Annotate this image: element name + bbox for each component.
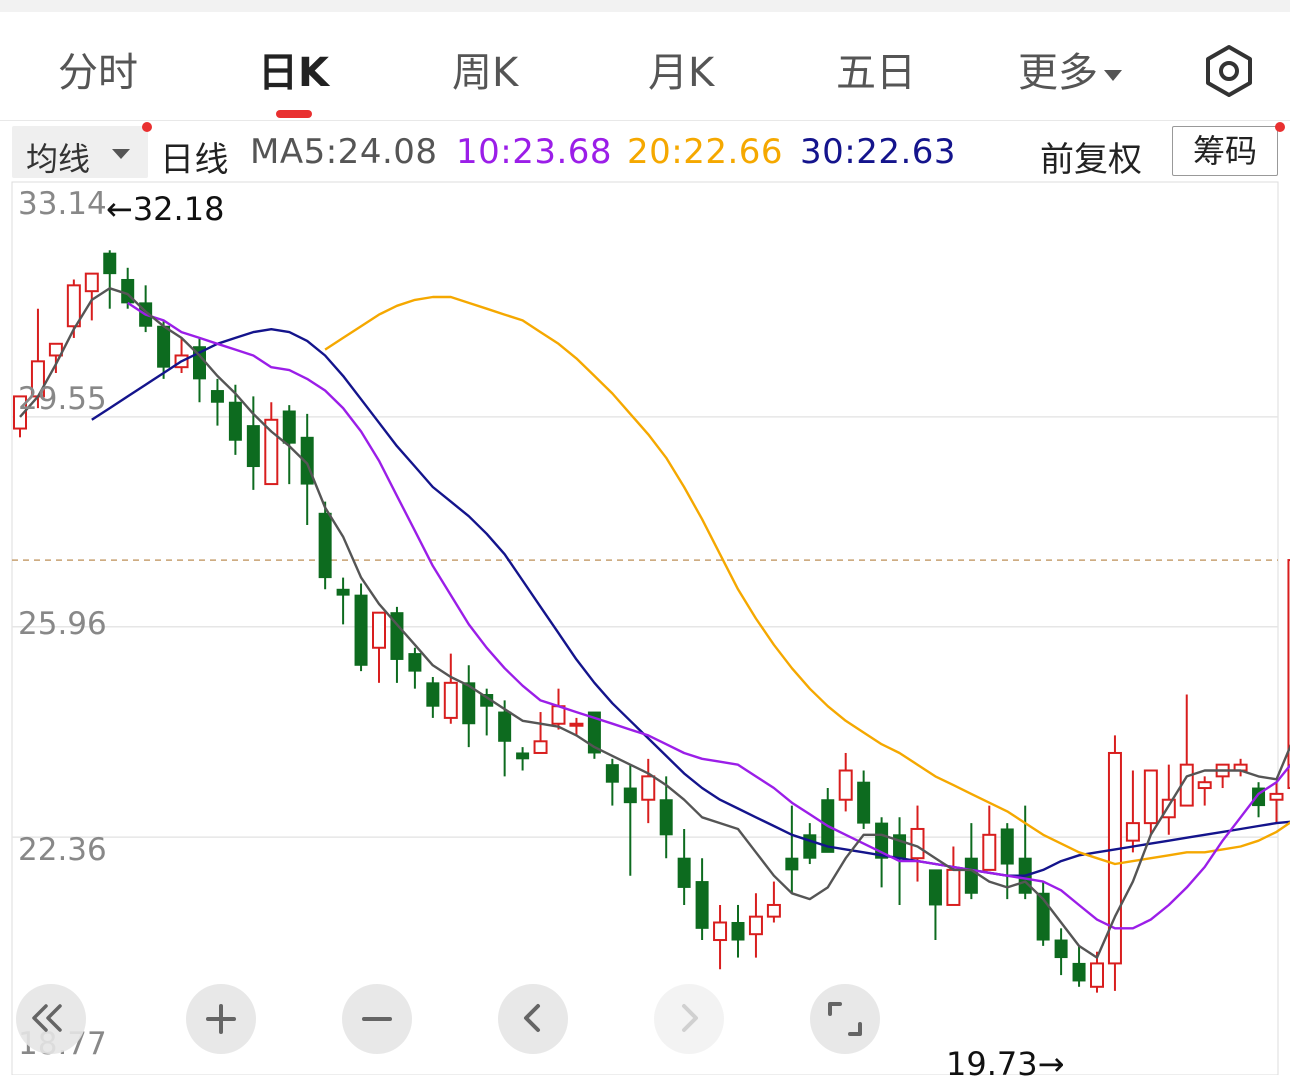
candle-body-up — [569, 722, 584, 727]
candle-body-up — [910, 827, 925, 860]
double-chevron-left-icon — [32, 1004, 62, 1032]
candle-body-down — [210, 390, 224, 403]
candle-body-up — [84, 272, 99, 293]
candle-body-down — [605, 764, 619, 783]
fullscreen-button[interactable] — [810, 984, 880, 1054]
candle-body-down — [516, 752, 530, 760]
candle-body-down — [1072, 962, 1086, 982]
candle-body-down — [228, 401, 242, 441]
candle-body-up — [1090, 962, 1104, 988]
candle-body-down — [677, 857, 691, 888]
zoom-out-button[interactable] — [342, 984, 412, 1054]
candle-body-down — [246, 425, 260, 468]
ma5-line — [19, 287, 1290, 959]
candle-body-down — [731, 921, 745, 941]
candle-body-up — [1269, 792, 1284, 801]
candle-body-up — [264, 418, 279, 486]
fast-backward-button[interactable] — [16, 984, 86, 1054]
next-button[interactable] — [654, 984, 724, 1054]
candle-body-down — [103, 252, 117, 275]
y-tick-label: 33.14 — [18, 186, 107, 222]
candle-body-up — [1107, 751, 1122, 965]
period-low-label: 19.73→ — [946, 1045, 1065, 1083]
period-high-label: ←32.18 — [106, 190, 225, 228]
candle-body-up — [982, 833, 997, 871]
candle-body-down — [964, 857, 978, 894]
candle-body-down — [623, 787, 637, 804]
candle-body-down — [408, 653, 422, 672]
candle-body-down — [354, 594, 368, 666]
candle-body-up — [1197, 781, 1212, 790]
candle-body-down — [785, 857, 799, 871]
candle-body-down — [498, 711, 512, 742]
chart-frame — [11, 181, 1279, 1075]
candle-body-down — [282, 410, 296, 444]
candle-body-up — [713, 921, 728, 942]
zoom-in-button[interactable] — [186, 984, 256, 1054]
candle-body-up — [641, 775, 656, 801]
candle-body-up — [1125, 822, 1140, 842]
candle-body-down — [659, 799, 673, 836]
candle-body-down — [928, 869, 942, 906]
candle-body-down — [336, 588, 350, 596]
candle-body-down — [426, 682, 440, 707]
candle-body-down — [1000, 828, 1014, 865]
candle-body-down — [318, 512, 332, 579]
candle-body-up — [372, 611, 386, 649]
candle-body-up — [838, 769, 853, 801]
y-tick-label: 25.96 — [18, 606, 107, 642]
candle-body-down — [695, 881, 709, 929]
candle-body-up — [443, 681, 458, 719]
y-tick-label: 22.36 — [18, 832, 107, 868]
fullscreen-icon — [828, 1002, 862, 1036]
candle-body-up — [766, 903, 781, 918]
candle-body-up — [533, 740, 548, 754]
plus-icon — [206, 1004, 236, 1034]
candle-body-down — [157, 325, 171, 368]
candle-body-up — [946, 868, 961, 906]
candle-body-up — [1143, 769, 1158, 825]
kline-chart[interactable] — [0, 0, 1290, 1075]
chevron-left-icon — [524, 1004, 540, 1032]
chevron-right-icon — [682, 1004, 698, 1032]
candle-body-down — [1054, 939, 1068, 959]
minus-icon — [362, 1017, 392, 1021]
prev-button[interactable] — [498, 984, 568, 1054]
y-tick-label: 29.55 — [18, 381, 107, 417]
candle-body-down — [857, 781, 871, 824]
candle-body-up — [748, 915, 763, 936]
